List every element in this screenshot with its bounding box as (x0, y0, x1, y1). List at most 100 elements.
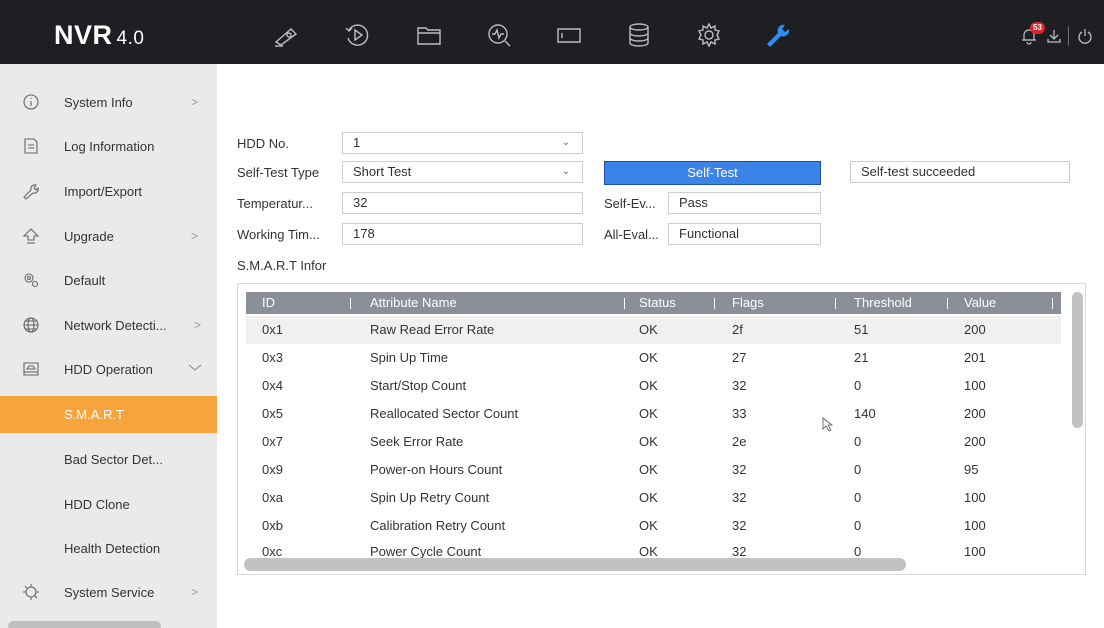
column-header-status[interactable]: Status (639, 292, 676, 314)
cell-attribute-name: Reallocated Sector Count (370, 406, 519, 421)
self-test-type-label: Self-Test Type (237, 165, 320, 180)
cell-status: OK (639, 518, 658, 533)
cell-id: 0x9 (262, 462, 283, 477)
table-row[interactable]: 0x1 Raw Read Error Rate OK 2f 51 200 (246, 316, 1061, 344)
sidebar-item-label: Import/Export (64, 183, 143, 199)
self-evaluation-label: Self-Ev... (604, 196, 656, 211)
cell-value: 200 (964, 434, 986, 449)
cell-id: 0x3 (262, 350, 283, 365)
cell-status: OK (639, 434, 658, 449)
mouse-cursor-icon (822, 417, 834, 432)
cell-flags: 32 (732, 378, 747, 393)
working-time-value: 178 (353, 226, 375, 241)
table-row[interactable]: 0xa Spin Up Retry Count OK 32 0 100 (246, 484, 1061, 512)
cell-value: 201 (964, 350, 986, 365)
settings-icon[interactable] (690, 20, 728, 50)
playback-icon[interactable] (338, 20, 376, 50)
cell-flags: 32 (732, 462, 747, 477)
cell-status: OK (639, 322, 658, 337)
table-horizontal-scrollbar[interactable] (244, 558, 906, 571)
sidebar-item-upgrade[interactable]: Upgrade > (0, 214, 217, 258)
cell-value: 100 (964, 378, 986, 393)
brand-logo: NVR 4.0 (54, 20, 144, 54)
camera-live-icon[interactable] (267, 20, 305, 50)
sidebar-item-label: System Service (64, 584, 155, 600)
column-separator (947, 298, 948, 309)
search-icon[interactable] (480, 20, 518, 50)
self-test-type-select[interactable]: Short Test ⌄ (342, 161, 583, 183)
table-header: ID Attribute Name Status Flags Threshold… (246, 292, 1061, 314)
cell-status: OK (639, 406, 658, 421)
info-icon (20, 91, 42, 113)
column-header-attribute-name[interactable]: Attribute Name (370, 292, 457, 314)
cell-status: OK (639, 378, 658, 393)
table-row[interactable]: 0x3 Spin Up Time OK 27 21 201 (246, 344, 1061, 372)
sidebar-item-hdd-operation[interactable]: HDD Operation (0, 347, 217, 391)
power-icon[interactable] (1074, 24, 1096, 48)
cell-threshold: 0 (854, 518, 862, 533)
dropdown-caret-icon: ⌄ (561, 166, 570, 177)
chevron-right-icon: > (194, 318, 202, 332)
default-icon (20, 269, 42, 291)
table-row[interactable]: 0x9 Power-on Hours Count OK 32 0 95 (246, 456, 1061, 484)
self-test-status-value: Self-test succeeded (861, 164, 976, 179)
cell-id: 0xb (262, 518, 283, 533)
column-header-value[interactable]: Value (964, 292, 996, 314)
monitor-icon[interactable] (550, 20, 588, 50)
cell-value: 200 (964, 322, 986, 337)
cell-attribute-name: Raw Read Error Rate (370, 322, 495, 337)
column-header-threshold[interactable]: Threshold (854, 292, 912, 314)
cell-threshold: 0 (854, 378, 862, 393)
cell-attribute-name: Spin Up Retry Count (370, 490, 490, 505)
all-evaluation-field: Functional (668, 223, 821, 245)
self-test-button[interactable]: Self-Test (604, 161, 821, 185)
cell-id: 0xa (262, 490, 283, 505)
folder-icon[interactable] (410, 20, 448, 50)
sidebar-item-label: Network Detecti... (64, 317, 167, 333)
sidebar-item-label: Default (64, 272, 106, 288)
chevron-down-icon (188, 362, 202, 376)
cell-value: 200 (964, 406, 986, 421)
cell-id: 0x7 (262, 434, 283, 449)
temperature-field: 32 (342, 192, 583, 214)
cell-flags: 27 (732, 350, 747, 365)
download-icon[interactable] (1044, 24, 1064, 48)
cell-status: OK (639, 490, 658, 505)
column-separator (1052, 298, 1053, 309)
sidebar-item-default[interactable]: Default (0, 258, 217, 302)
sidebar-item-smart[interactable]: S.M.A.R.T (0, 396, 217, 433)
table-row[interactable]: 0x7 Seek Error Rate OK 2e 0 200 (246, 428, 1061, 456)
sidebar-item-import-export[interactable]: Import/Export (0, 169, 217, 213)
cell-attribute-name: Calibration Retry Count (370, 518, 506, 533)
sidebar-item-label: System Info (64, 94, 133, 110)
sidebar-item-system-info[interactable]: System Info > (0, 80, 217, 124)
cell-threshold: 51 (854, 322, 869, 337)
column-separator (350, 298, 351, 309)
column-header-flags[interactable]: Flags (732, 292, 764, 314)
self-evaluation-value: Pass (679, 195, 708, 210)
alarm-bell-icon[interactable]: 53 (1016, 22, 1045, 48)
cell-value: 100 (964, 518, 986, 533)
cell-flags: 2f (732, 322, 743, 337)
sidebar-item-network-detection[interactable]: Network Detecti... > (0, 303, 217, 347)
hdd-no-select[interactable]: 1 ⌄ (342, 132, 583, 154)
cell-attribute-name: Power-on Hours Count (370, 462, 503, 477)
sidebar-item-system-service[interactable]: System Service > (0, 570, 217, 614)
storage-icon[interactable] (620, 20, 658, 50)
sidebar-item-log-information[interactable]: Log Information (0, 124, 217, 168)
column-separator (624, 298, 625, 309)
maintenance-wrench-icon[interactable] (759, 20, 797, 50)
table-row[interactable]: 0x4 Start/Stop Count OK 32 0 100 (246, 372, 1061, 400)
network-icon (20, 314, 42, 336)
table-vertical-scrollbar[interactable] (1072, 292, 1083, 428)
table-row[interactable]: 0x5 Reallocated Sector Count OK 33 140 2… (246, 400, 1061, 428)
sidebar-item-bad-sector-detection[interactable]: Bad Sector Det... (0, 437, 217, 481)
column-header-id[interactable]: ID (262, 292, 275, 314)
table-row[interactable]: 0xb Calibration Retry Count OK 32 0 100 (246, 512, 1061, 540)
sidebar-item-health-detection[interactable]: Health Detection (0, 526, 217, 570)
service-icon (20, 581, 42, 603)
sidebar-item-hdd-clone[interactable]: HDD Clone (0, 482, 217, 526)
dropdown-caret-icon: ⌄ (561, 137, 570, 148)
self-evaluation-field: Pass (668, 192, 821, 214)
sidebar-scrollbar[interactable] (8, 621, 161, 628)
